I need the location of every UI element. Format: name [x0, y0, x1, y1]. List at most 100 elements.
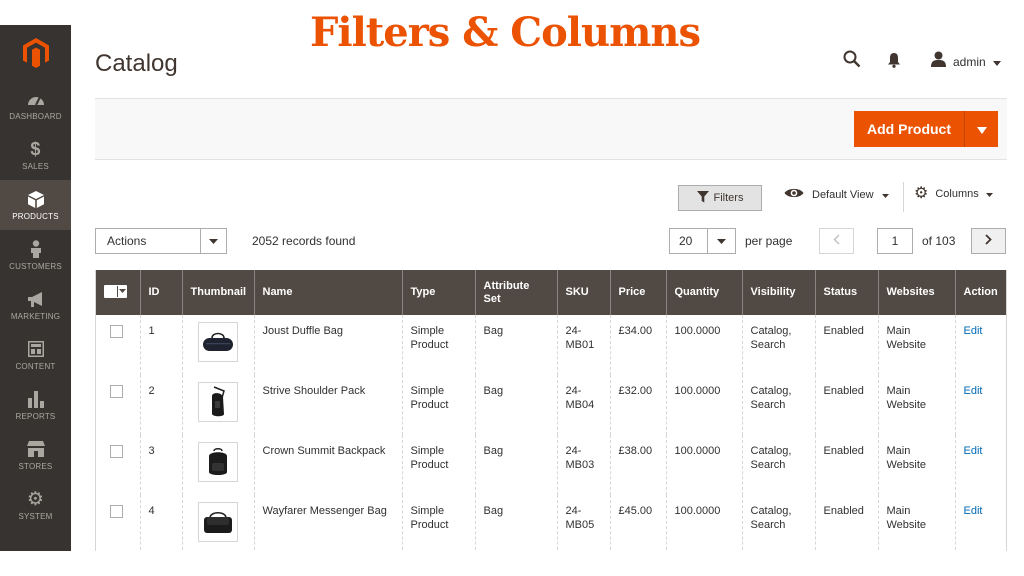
sidebar-item-dashboard[interactable]: DASHBOARD — [0, 80, 71, 130]
cell-sku: 24-MB04 — [557, 375, 611, 435]
cell-action: Edit — [955, 495, 1006, 551]
cell-quantity: 100.0000 — [666, 315, 743, 375]
add-product-button[interactable]: Add Product — [854, 111, 998, 147]
cell-type: Simple Product — [402, 495, 476, 551]
table-row[interactable]: 1 Joust Duffle Bag Simple Product Bag 24… — [96, 315, 1006, 375]
sidebar-item-content[interactable]: CONTENT — [0, 330, 71, 380]
search-button[interactable] — [843, 50, 861, 73]
previous-page-button[interactable] — [819, 228, 854, 254]
cell-action: Edit — [955, 435, 1006, 495]
table-row[interactable]: 2 Strive Shoulder Pack Simple Product Ba… — [96, 375, 1006, 435]
duffle-bag-icon[interactable] — [197, 322, 238, 362]
cell-attribute-set: Bag — [475, 435, 558, 495]
cell-price: £32.00 — [610, 375, 667, 435]
cell-thumbnail — [182, 495, 255, 551]
sidebar-item-label: MARKETING — [10, 312, 61, 321]
cell-action: Edit — [955, 315, 1006, 375]
sidebar-item-label: CONTENT — [15, 362, 56, 371]
column-header-price[interactable]: Price — [610, 270, 667, 315]
messenger-bag-icon[interactable] — [197, 502, 238, 542]
sidebar-item-products[interactable]: PRODUCTS — [0, 180, 71, 230]
edit-link[interactable]: Edit — [964, 505, 983, 517]
cell-name: Wayfarer Messenger Bag — [254, 495, 403, 551]
cell-status: Enabled — [815, 315, 879, 375]
row-checkbox[interactable] — [110, 505, 123, 518]
row-checkbox[interactable] — [110, 385, 123, 398]
row-select-cell — [96, 495, 141, 551]
person-icon — [30, 239, 42, 259]
page-title: Catalog — [95, 50, 178, 77]
row-select-cell — [96, 315, 141, 375]
cell-websites: Main Website — [878, 375, 956, 435]
mass-select-control[interactable] — [104, 284, 127, 298]
cell-id: 2 — [140, 375, 183, 435]
sidebar-item-label: DASHBOARD — [9, 112, 62, 121]
next-page-button[interactable] — [971, 228, 1006, 254]
store-icon — [26, 439, 45, 459]
cell-visibility: Catalog, Search — [742, 495, 816, 551]
shoulder-pack-icon[interactable] — [197, 382, 238, 422]
columns-control[interactable]: ⚙ Columns — [914, 186, 993, 202]
cell-thumbnail — [182, 315, 255, 375]
cell-websites: Main Website — [878, 315, 956, 375]
table-row[interactable]: 4 Wayfarer Messenger Bag Simple Product … — [96, 495, 1006, 551]
sidebar-item-system[interactable]: ⚙ SYSTEM — [0, 480, 71, 530]
cell-attribute-set: Bag — [475, 375, 558, 435]
user-menu[interactable]: admin — [931, 51, 1001, 72]
backpack-icon[interactable] — [197, 442, 238, 482]
notifications-button[interactable] — [887, 52, 901, 73]
cell-quantity: 100.0000 — [666, 495, 743, 551]
column-header-websites[interactable]: Websites — [878, 270, 956, 315]
edit-link[interactable]: Edit — [964, 385, 983, 397]
column-header-name[interactable]: Name — [254, 270, 403, 315]
cell-websites: Main Website — [878, 435, 956, 495]
page-number-input[interactable]: 1 — [877, 228, 913, 254]
cell-name: Joust Duffle Bag — [254, 315, 403, 375]
cell-sku: 24-MB01 — [557, 315, 611, 375]
sidebar-item-label: SYSTEM — [18, 512, 53, 521]
edit-link[interactable]: Edit — [964, 445, 983, 457]
column-header-attribute-set[interactable]: Attribute Set — [475, 270, 558, 315]
chevron-down-icon — [992, 53, 1001, 71]
column-header-sku[interactable]: SKU — [557, 270, 611, 315]
sidebar-item-marketing[interactable]: MARKETING — [0, 280, 71, 330]
cell-sku: 24-MB03 — [557, 435, 611, 495]
row-checkbox[interactable] — [110, 445, 123, 458]
row-checkbox[interactable] — [110, 325, 123, 338]
column-header-id[interactable]: ID — [140, 270, 183, 315]
cell-type: Simple Product — [402, 315, 476, 375]
dollar-icon: $ — [30, 138, 41, 159]
total-pages: of 103 — [922, 234, 956, 248]
sidebar-item-sales[interactable]: $ SALES — [0, 130, 71, 180]
chevron-down-icon — [985, 188, 993, 200]
sidebar-item-label: SALES — [22, 162, 49, 171]
cell-price: £45.00 — [610, 495, 667, 551]
sidebar-item-label: STORES — [18, 462, 53, 471]
actions-label: Actions — [107, 234, 147, 248]
select-all-checkbox[interactable] — [104, 285, 117, 297]
cell-attribute-set: Bag — [475, 495, 558, 551]
mass-actions-dropdown[interactable]: Actions — [95, 228, 227, 254]
column-header-visibility[interactable]: Visibility — [742, 270, 816, 315]
column-header-quantity[interactable]: Quantity — [666, 270, 743, 315]
magento-logo[interactable] — [0, 25, 71, 80]
per-page-select[interactable]: 20 — [669, 228, 736, 254]
column-header-status[interactable]: Status — [815, 270, 879, 315]
sidebar-item-stores[interactable]: STORES — [0, 430, 71, 480]
cell-status: Enabled — [815, 495, 879, 551]
gear-icon: ⚙ — [26, 488, 45, 510]
cell-price: £34.00 — [610, 315, 667, 375]
sidebar-item-reports[interactable]: REPORTS — [0, 380, 71, 430]
chevron-down-icon — [707, 229, 735, 253]
column-header-type[interactable]: Type — [402, 270, 476, 315]
cube-icon — [27, 189, 44, 209]
sidebar-item-customers[interactable]: CUSTOMERS — [0, 230, 71, 280]
filters-button[interactable]: Filters — [678, 185, 762, 211]
mass-select-header[interactable] — [96, 270, 141, 315]
bar-chart-icon — [27, 389, 44, 409]
view-switcher[interactable]: Default View — [784, 187, 889, 202]
add-product-dropdown-toggle[interactable] — [964, 111, 998, 147]
cell-websites: Main Website — [878, 495, 956, 551]
edit-link[interactable]: Edit — [964, 325, 983, 337]
table-row[interactable]: 3 Crown Summit Backpack Simple Product B… — [96, 435, 1006, 495]
